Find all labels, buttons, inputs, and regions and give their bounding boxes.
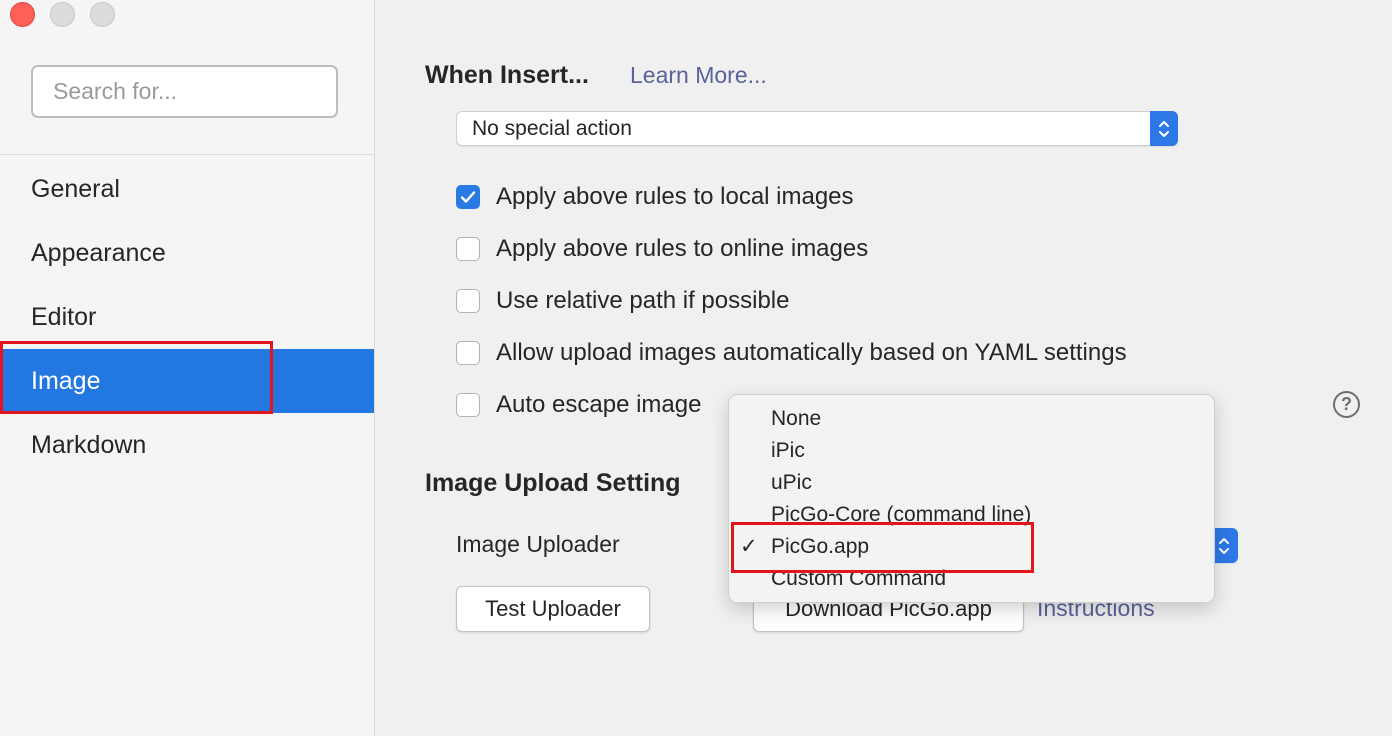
sidebar-divider: [0, 154, 375, 155]
uploader-label: Image Uploader: [456, 531, 620, 557]
checkmark-icon: ✓: [740, 535, 758, 558]
sidebar-nav: General Appearance Editor Image Markdown: [0, 157, 374, 477]
sidebar-item-editor[interactable]: Editor: [0, 285, 374, 349]
test-uploader-button[interactable]: Test Uploader: [456, 586, 650, 632]
auto-escape-label: Auto escape image: [496, 391, 702, 418]
main-panel: When Insert... Learn More... No special …: [376, 0, 1392, 736]
insert-action-select[interactable]: No special action: [456, 111, 1178, 146]
menu-item-picgo-app-label: PicGo.app: [771, 535, 870, 558]
close-window-button[interactable]: [10, 2, 35, 27]
menu-item-none[interactable]: None: [729, 403, 1214, 435]
menu-item-ipic[interactable]: iPic: [729, 435, 1214, 467]
select-stepper-icon: [1150, 111, 1178, 146]
menu-item-custom-command[interactable]: Custom Command: [729, 563, 1214, 595]
sidebar-item-markdown[interactable]: Markdown: [0, 413, 374, 477]
auto-escape-checkbox[interactable]: [456, 393, 480, 417]
insert-action-value: No special action: [472, 117, 632, 140]
local-images-checkbox[interactable]: [456, 185, 480, 209]
yaml-upload-label: Allow upload images automatically based …: [496, 339, 1127, 366]
online-images-label: Apply above rules to online images: [496, 235, 869, 262]
local-images-label: Apply above rules to local images: [496, 183, 854, 210]
window-controls: [10, 2, 115, 27]
sidebar-item-appearance[interactable]: Appearance: [0, 221, 374, 285]
checkbox-row-relative-path[interactable]: Use relative path if possible: [456, 287, 789, 315]
uploader-dropdown-menu: None iPic uPic PicGo-Core (command line)…: [728, 394, 1215, 603]
checkmark-icon: [460, 191, 476, 203]
menu-item-picgo-core[interactable]: PicGo-Core (command line): [729, 499, 1214, 531]
when-insert-title: When Insert...: [425, 61, 589, 89]
menu-item-picgo-app[interactable]: ✓ PicGo.app: [729, 531, 1214, 563]
image-item-highlight-box: [0, 341, 273, 414]
checkbox-row-online-images[interactable]: Apply above rules to online images: [456, 235, 868, 263]
search-input[interactable]: [31, 65, 338, 118]
learn-more-link[interactable]: Learn More...: [630, 62, 767, 89]
checkbox-row-yaml-upload[interactable]: Allow upload images automatically based …: [456, 339, 1127, 367]
upload-setting-title: Image Upload Setting: [425, 469, 681, 497]
sidebar-item-general[interactable]: General: [0, 157, 374, 221]
minimize-window-button[interactable]: [50, 2, 75, 27]
online-images-checkbox[interactable]: [456, 237, 480, 261]
help-icon[interactable]: ?: [1333, 391, 1360, 418]
preferences-window: General Appearance Editor Image Markdown…: [0, 0, 1392, 736]
sidebar: General Appearance Editor Image Markdown: [0, 0, 375, 736]
checkbox-row-local-images[interactable]: Apply above rules to local images: [456, 183, 854, 211]
relative-path-label: Use relative path if possible: [496, 287, 790, 314]
checkbox-row-auto-escape[interactable]: Auto escape image: [456, 391, 701, 419]
relative-path-checkbox[interactable]: [456, 289, 480, 313]
maximize-window-button[interactable]: [90, 2, 115, 27]
yaml-upload-checkbox[interactable]: [456, 341, 480, 365]
menu-item-upic[interactable]: uPic: [729, 467, 1214, 499]
